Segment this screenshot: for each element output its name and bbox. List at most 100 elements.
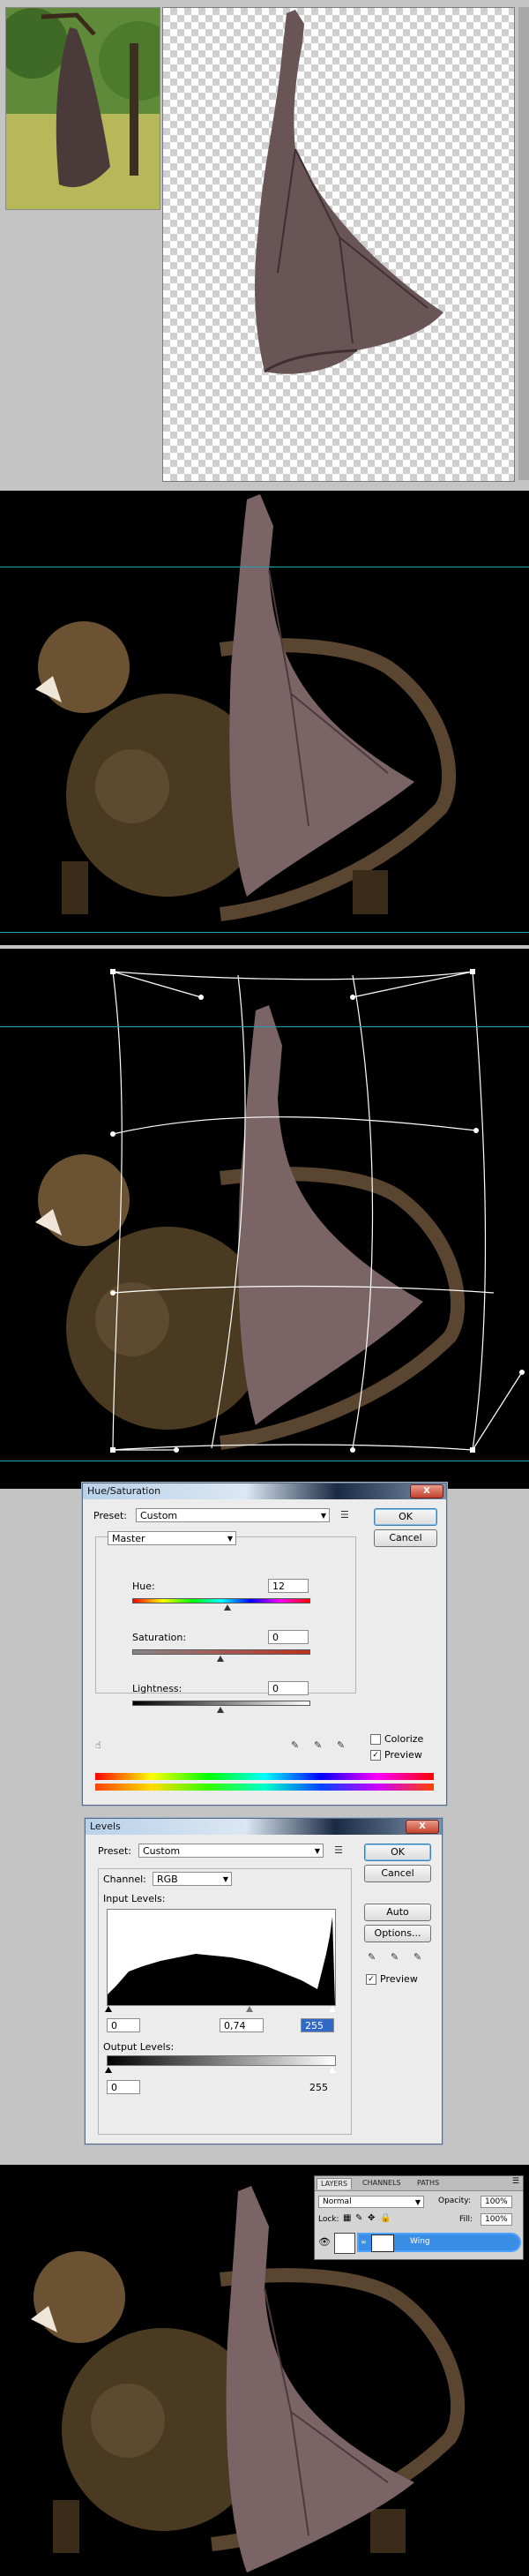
creature-with-warp-mesh: [35, 969, 525, 1453]
eyedropper-plus-icon[interactable]: ✎: [314, 1739, 322, 1751]
colorize-checkbox[interactable]: [370, 1734, 381, 1745]
preset-value: Custom: [143, 1845, 181, 1857]
saturation-slider-thumb[interactable]: [217, 1656, 224, 1662]
vertical-scrollbar[interactable]: [518, 7, 529, 480]
source-photo-thumbnail: [5, 7, 160, 210]
preset-label: Preset:: [93, 1510, 128, 1521]
lock-image-icon[interactable]: ✎: [355, 2213, 362, 2223]
channel-select[interactable]: RGB ▼: [153, 1872, 232, 1886]
close-button[interactable]: X: [410, 1484, 443, 1498]
saturation-label: Saturation:: [132, 1632, 187, 1643]
input-white-field[interactable]: 255: [301, 2018, 334, 2032]
options-button[interactable]: Options...: [364, 1925, 431, 1942]
tab-paths[interactable]: PATHS: [414, 2178, 443, 2189]
dialog-title: Hue/Saturation: [87, 1485, 161, 1497]
input-color-bar: [95, 1773, 434, 1780]
output-white-slider[interactable]: [329, 2067, 336, 2073]
cutout-step-panel: [0, 0, 529, 491]
input-gamma-field[interactable]: 0,74: [220, 2018, 264, 2032]
dialog-titlebar[interactable]: Levels X: [86, 1819, 442, 1835]
composite-preview-panel: [0, 491, 529, 945]
lightness-label: Lightness:: [132, 1683, 183, 1694]
hue-input[interactable]: 12: [268, 1579, 309, 1593]
cancel-button[interactable]: Cancel: [374, 1529, 437, 1547]
lock-all-icon[interactable]: 🔒: [380, 2213, 391, 2223]
opacity-label: Opacity:: [438, 2197, 471, 2205]
input-levels-label: Input Levels:: [103, 1893, 166, 1904]
close-button[interactable]: X: [406, 1820, 439, 1834]
visibility-eye-icon[interactable]: 👁: [318, 2236, 331, 2248]
layer-name[interactable]: Wing: [410, 2237, 430, 2246]
dialog-titlebar[interactable]: Hue/Saturation X: [83, 1483, 446, 1499]
lightness-slider-thumb[interactable]: [217, 1707, 224, 1713]
input-black-field[interactable]: 0: [107, 2018, 140, 2032]
input-white-point-slider[interactable]: [329, 2006, 336, 2012]
channel-value: Master: [112, 1533, 145, 1544]
hue-slider-thumb[interactable]: [224, 1604, 231, 1611]
lightness-slider[interactable]: [132, 1701, 310, 1706]
channel-select[interactable]: Master ▼: [108, 1531, 236, 1545]
eyedropper-minus-icon[interactable]: ✎: [337, 1739, 345, 1751]
creature-with-wing: [35, 494, 457, 921]
input-gamma-slider[interactable]: [246, 2006, 253, 2012]
warp-transform-panel: [0, 949, 529, 1489]
eyedropper-icon[interactable]: ✎: [291, 1739, 299, 1751]
preview-label: Preview: [380, 1973, 418, 1985]
output-white-value: 255: [309, 2082, 328, 2093]
guide-line: [0, 932, 529, 933]
guide-line: [0, 1026, 529, 1027]
lock-transparent-icon[interactable]: ▦: [343, 2213, 351, 2223]
layers-tab-bar: LAYERS CHANNELS PATHS ☰: [315, 2176, 523, 2191]
link-icon[interactable]: ∞: [361, 2238, 367, 2246]
tab-channels[interactable]: CHANNELS: [359, 2178, 405, 2189]
preview-checkbox[interactable]: ✓: [366, 1974, 376, 1985]
hand-adjust-icon[interactable]: ☝: [95, 1739, 101, 1751]
opacity-input[interactable]: 100%: [481, 2196, 512, 2208]
tab-layers[interactable]: LAYERS: [317, 2178, 353, 2189]
layer-row[interactable]: 👁 ∞ Wing: [317, 2231, 521, 2254]
channel-label: Channel:: [103, 1874, 146, 1885]
black-eyedropper-icon[interactable]: ✎: [368, 1951, 376, 1963]
chevron-down-icon: ▼: [314, 1847, 320, 1855]
preset-options-icon[interactable]: ☰: [334, 1844, 343, 1856]
preset-select[interactable]: Custom ▼: [136, 1508, 330, 1522]
blend-mode-select[interactable]: Normal ▼: [318, 2196, 424, 2208]
layers-panel: LAYERS CHANNELS PATHS ☰ Normal ▼ Opacity:…: [314, 2175, 524, 2260]
dialog-title: Levels: [90, 1821, 121, 1832]
preview-label: Preview: [384, 1749, 422, 1761]
fill-input[interactable]: 100%: [481, 2213, 512, 2226]
input-black-point-slider[interactable]: [105, 2006, 112, 2012]
channel-value: RGB: [157, 1874, 178, 1885]
chevron-down-icon: ▼: [227, 1535, 233, 1543]
fill-label: Fill:: [459, 2215, 473, 2224]
output-black-slider[interactable]: [105, 2067, 112, 2073]
panel-menu-icon[interactable]: ☰: [512, 2177, 519, 2186]
lightness-input[interactable]: 0: [268, 1681, 309, 1695]
transparent-canvas: [162, 7, 515, 482]
preset-select[interactable]: Custom ▼: [138, 1844, 324, 1858]
lock-position-icon[interactable]: ✥: [368, 2213, 375, 2223]
white-eyedropper-icon[interactable]: ✎: [414, 1951, 421, 1963]
hue-label: Hue:: [132, 1581, 155, 1592]
chevron-down-icon: ▼: [320, 1512, 326, 1520]
preset-value: Custom: [140, 1510, 178, 1521]
channel-adjustment-group: [95, 1536, 356, 1694]
output-color-bar: [95, 1784, 434, 1791]
layer-mask-thumbnail[interactable]: [371, 2234, 394, 2252]
hue-saturation-dialog: Hue/Saturation X Preset: Custom ▼ ☰ OK Ca…: [82, 1483, 447, 1806]
chevron-down-icon: ▼: [222, 1875, 228, 1883]
ok-button[interactable]: OK: [364, 1844, 431, 1861]
saturation-slider[interactable]: [132, 1649, 310, 1655]
blend-mode-value: Normal: [323, 2197, 352, 2206]
auto-button[interactable]: Auto: [364, 1904, 431, 1921]
lock-label: Lock:: [318, 2215, 339, 2224]
preview-checkbox[interactable]: ✓: [370, 1750, 381, 1761]
preset-options-icon[interactable]: ☰: [340, 1509, 349, 1521]
histogram: [107, 1909, 336, 2006]
output-black-field[interactable]: 0: [107, 2080, 140, 2094]
saturation-input[interactable]: 0: [268, 1630, 309, 1644]
ok-button[interactable]: OK: [374, 1508, 437, 1526]
cancel-button[interactable]: Cancel: [364, 1865, 431, 1882]
gray-eyedropper-icon[interactable]: ✎: [391, 1951, 399, 1963]
hue-slider[interactable]: [132, 1598, 310, 1603]
